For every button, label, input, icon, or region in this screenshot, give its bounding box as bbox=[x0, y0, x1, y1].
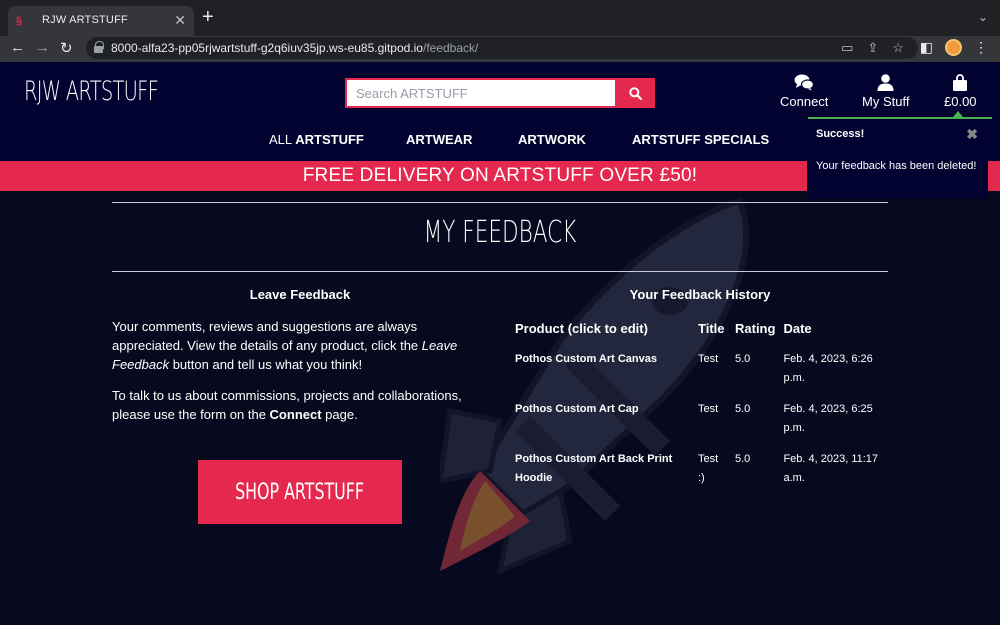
table-row: Pothos Custom Art Cap Test 5.0 Feb. 4, 2… bbox=[511, 394, 884, 444]
bookmark-star-icon[interactable]: ☆ bbox=[892, 40, 904, 56]
col-header-rating: Rating bbox=[735, 321, 776, 336]
cart-link[interactable]: £0.00 bbox=[944, 74, 977, 109]
col-header-date: Date bbox=[783, 321, 812, 336]
nav-artwear[interactable]: ARTWEAR bbox=[406, 132, 472, 147]
table-header-row: Product (click to edit) Title Rating Dat… bbox=[511, 319, 884, 344]
back-arrow-icon[interactable]: ← bbox=[10, 39, 25, 56]
search-input[interactable] bbox=[345, 78, 615, 108]
browser-toolbar: ← → ↻ 8000-alfa23-pp05rjwartstuff-g2q6iu… bbox=[0, 36, 1000, 62]
toast-message: Your feedback has been deleted! bbox=[816, 160, 977, 172]
new-tab-button[interactable]: + bbox=[202, 7, 214, 27]
close-tab-icon[interactable]: ✕ bbox=[174, 12, 186, 29]
page-title: MY FEEDBACK bbox=[423, 215, 577, 250]
commissions-text: To talk to us about commissions, project… bbox=[112, 388, 462, 422]
tab-search-chevron-icon[interactable]: ⌄ bbox=[978, 10, 988, 24]
shopping-bag-icon bbox=[953, 74, 968, 91]
my-stuff-label: My Stuff bbox=[862, 94, 910, 109]
forward-arrow-icon[interactable]: → bbox=[35, 39, 50, 56]
feedback-date: Feb. 4, 2023, 11:17 a.m. bbox=[783, 453, 879, 484]
nav-all-artstuff[interactable]: ALL ARTSTUFF bbox=[269, 132, 364, 147]
search-icon bbox=[628, 86, 642, 100]
feedback-product-link[interactable]: Pothos Custom Art Cap bbox=[511, 394, 694, 444]
search-button[interactable] bbox=[615, 78, 655, 108]
feedback-rating: 5.0 bbox=[735, 403, 751, 415]
connect-label: Connect bbox=[780, 94, 829, 109]
share-icon[interactable]: ⇪ bbox=[867, 40, 878, 56]
reload-icon[interactable]: ↻ bbox=[60, 39, 73, 57]
toast-arrow bbox=[953, 111, 963, 117]
profile-avatar[interactable] bbox=[945, 39, 962, 56]
cart-total: £0.00 bbox=[944, 94, 977, 109]
tab-cast-icon[interactable]: ▭ bbox=[841, 40, 853, 56]
nav-artstuff-specials[interactable]: ARTSTUFF SPECIALS bbox=[632, 132, 769, 147]
table-row: Pothos Custom Art Back Print Hoodie Test… bbox=[511, 444, 884, 494]
side-panel-icon[interactable]: ◧ bbox=[920, 39, 933, 56]
feedback-intro-text: Your comments, reviews and suggestions a… bbox=[112, 319, 458, 372]
feedback-title: Test bbox=[698, 403, 719, 415]
user-icon bbox=[877, 74, 894, 91]
address-bar[interactable]: 8000-alfa23-pp05rjwartstuff-g2q6iuv35jp.… bbox=[86, 37, 918, 59]
success-toast: Success! ✖ Your feedback has been delete… bbox=[807, 119, 988, 199]
feedback-product-link[interactable]: Pothos Custom Art Back Print Hoodie bbox=[511, 444, 694, 494]
table-row: Pothos Custom Art Canvas Test 5.0 Feb. 4… bbox=[511, 344, 884, 394]
feedback-product-link[interactable]: Pothos Custom Art Canvas bbox=[511, 344, 694, 394]
feedback-history-table: Product (click to edit) Title Rating Dat… bbox=[511, 319, 884, 494]
site-logo[interactable]: RJW ARTSTUFF bbox=[24, 76, 159, 107]
url-text[interactable]: 8000-alfa23-pp05rjwartstuff-g2q6iuv35jp.… bbox=[111, 41, 478, 55]
lock-icon bbox=[94, 41, 104, 53]
leave-feedback-heading: Leave Feedback bbox=[249, 287, 351, 302]
browser-tab[interactable]: § RJW ARTSTUFF ✕ bbox=[8, 6, 194, 36]
feedback-rating: 5.0 bbox=[735, 353, 751, 365]
connect-link[interactable]: Connect bbox=[780, 74, 828, 109]
feedback-history-heading: Your Feedback History bbox=[629, 287, 771, 302]
connect-page-link[interactable]: Connect bbox=[270, 407, 322, 422]
browser-tab-strip: § RJW ARTSTUFF ✕ + ⌄ bbox=[0, 0, 1000, 36]
site-favicon-icon: § bbox=[16, 15, 23, 27]
toast-title: Success! bbox=[816, 128, 865, 140]
close-toast-icon[interactable]: ✖ bbox=[966, 126, 978, 143]
col-header-title: Title bbox=[698, 321, 725, 336]
browser-menu-icon[interactable]: ⋮ bbox=[974, 39, 988, 56]
feedback-date: Feb. 4, 2023, 6:26 p.m. bbox=[783, 353, 873, 384]
nav-artwork[interactable]: ARTWORK bbox=[518, 132, 586, 147]
tab-title: RJW ARTSTUFF bbox=[42, 14, 128, 26]
feedback-rating: 5.0 bbox=[735, 453, 751, 465]
chat-bubbles-icon bbox=[794, 74, 815, 91]
title-divider-top bbox=[112, 202, 888, 203]
feedback-date: Feb. 4, 2023, 6:25 p.m. bbox=[783, 403, 873, 434]
search-form bbox=[345, 78, 655, 108]
my-stuff-link[interactable]: My Stuff bbox=[862, 74, 909, 109]
feedback-title: Test :) bbox=[698, 453, 719, 484]
col-header-product: Product (click to edit) bbox=[515, 321, 648, 336]
main-content: MY FEEDBACK Leave Feedback Your comments… bbox=[0, 191, 1000, 625]
feedback-title: Test bbox=[698, 353, 719, 365]
title-divider-bottom bbox=[112, 271, 888, 272]
shop-artstuff-button[interactable]: SHOP ARTSTUFF bbox=[198, 460, 402, 524]
